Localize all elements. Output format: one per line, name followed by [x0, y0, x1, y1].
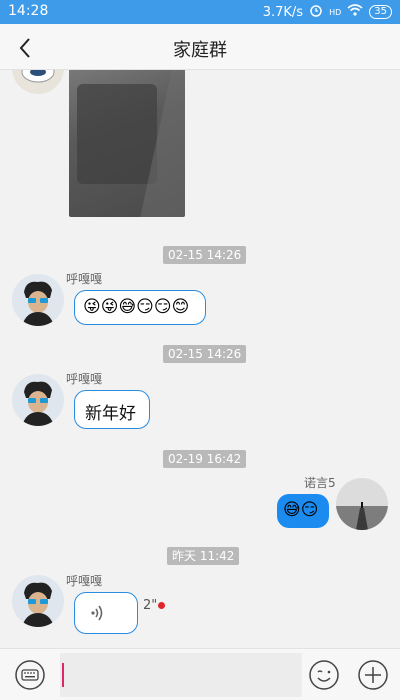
add-icon	[358, 660, 388, 690]
avatar-self[interactable]	[336, 478, 388, 530]
photo-message[interactable]	[69, 70, 185, 217]
emoji-icon	[309, 660, 339, 690]
message-text: 新年好	[85, 404, 136, 424]
page-title: 家庭群	[173, 40, 227, 61]
network-speed: 3.7K/s	[262, 4, 304, 20]
emoji-content: 😅😏	[283, 500, 319, 520]
sender-name: 呼嘎嘎	[66, 574, 103, 588]
add-button[interactable]	[357, 659, 389, 691]
avatar-huga[interactable]	[12, 374, 64, 426]
chat-area[interactable]: 02-15 14:26 呼嘎嘎 😜😜😅😏😏😊 02-15 14:26 呼嘎嘎 新…	[0, 70, 400, 648]
text-cursor	[62, 663, 64, 687]
timestamp-label: 02-19 16:42	[163, 450, 247, 468]
unread-dot	[158, 602, 165, 609]
timestamp-label: 昨天 11:42	[167, 547, 240, 565]
status-bar: 14:28 3.7K/s HD 35	[0, 0, 400, 24]
input-bar	[0, 648, 400, 700]
sender-name: 呼嘎嘎	[66, 372, 103, 386]
voice-message-bubble[interactable]	[74, 592, 138, 634]
sender-name: 呼嘎嘎	[66, 272, 103, 286]
message-input[interactable]	[60, 653, 302, 697]
timestamp-label: 02-15 14:26	[163, 345, 247, 363]
hd-icon: HD	[329, 7, 342, 17]
message-bubble[interactable]: 😜😜😅😏😏😊	[74, 290, 206, 325]
emoji-content: 😜😜😅😏😏😊	[83, 297, 190, 317]
battery-indicator: 35	[369, 5, 392, 19]
message-bubble[interactable]: 新年好	[74, 390, 150, 429]
status-icons: 3.7K/s HD 35	[263, 3, 392, 21]
voice-icon	[89, 604, 107, 626]
avatar-teapot[interactable]	[12, 70, 64, 94]
message-bubble-outgoing[interactable]: 😅😏	[277, 494, 329, 528]
status-time: 14:28	[8, 3, 49, 19]
sender-name: 诺言5	[304, 476, 336, 490]
avatar-huga[interactable]	[12, 575, 64, 627]
wifi-icon	[347, 4, 363, 20]
voice-duration: 2"	[143, 598, 158, 613]
keyboard-icon	[15, 660, 45, 690]
timestamp-label: 02-15 14:26	[163, 246, 247, 264]
keyboard-button[interactable]	[14, 659, 46, 691]
emoji-button[interactable]	[308, 659, 340, 691]
avatar-huga[interactable]	[12, 274, 64, 326]
alarm-icon	[309, 3, 323, 21]
nav-bar: 家庭群	[0, 24, 400, 70]
photo-content	[77, 84, 157, 184]
